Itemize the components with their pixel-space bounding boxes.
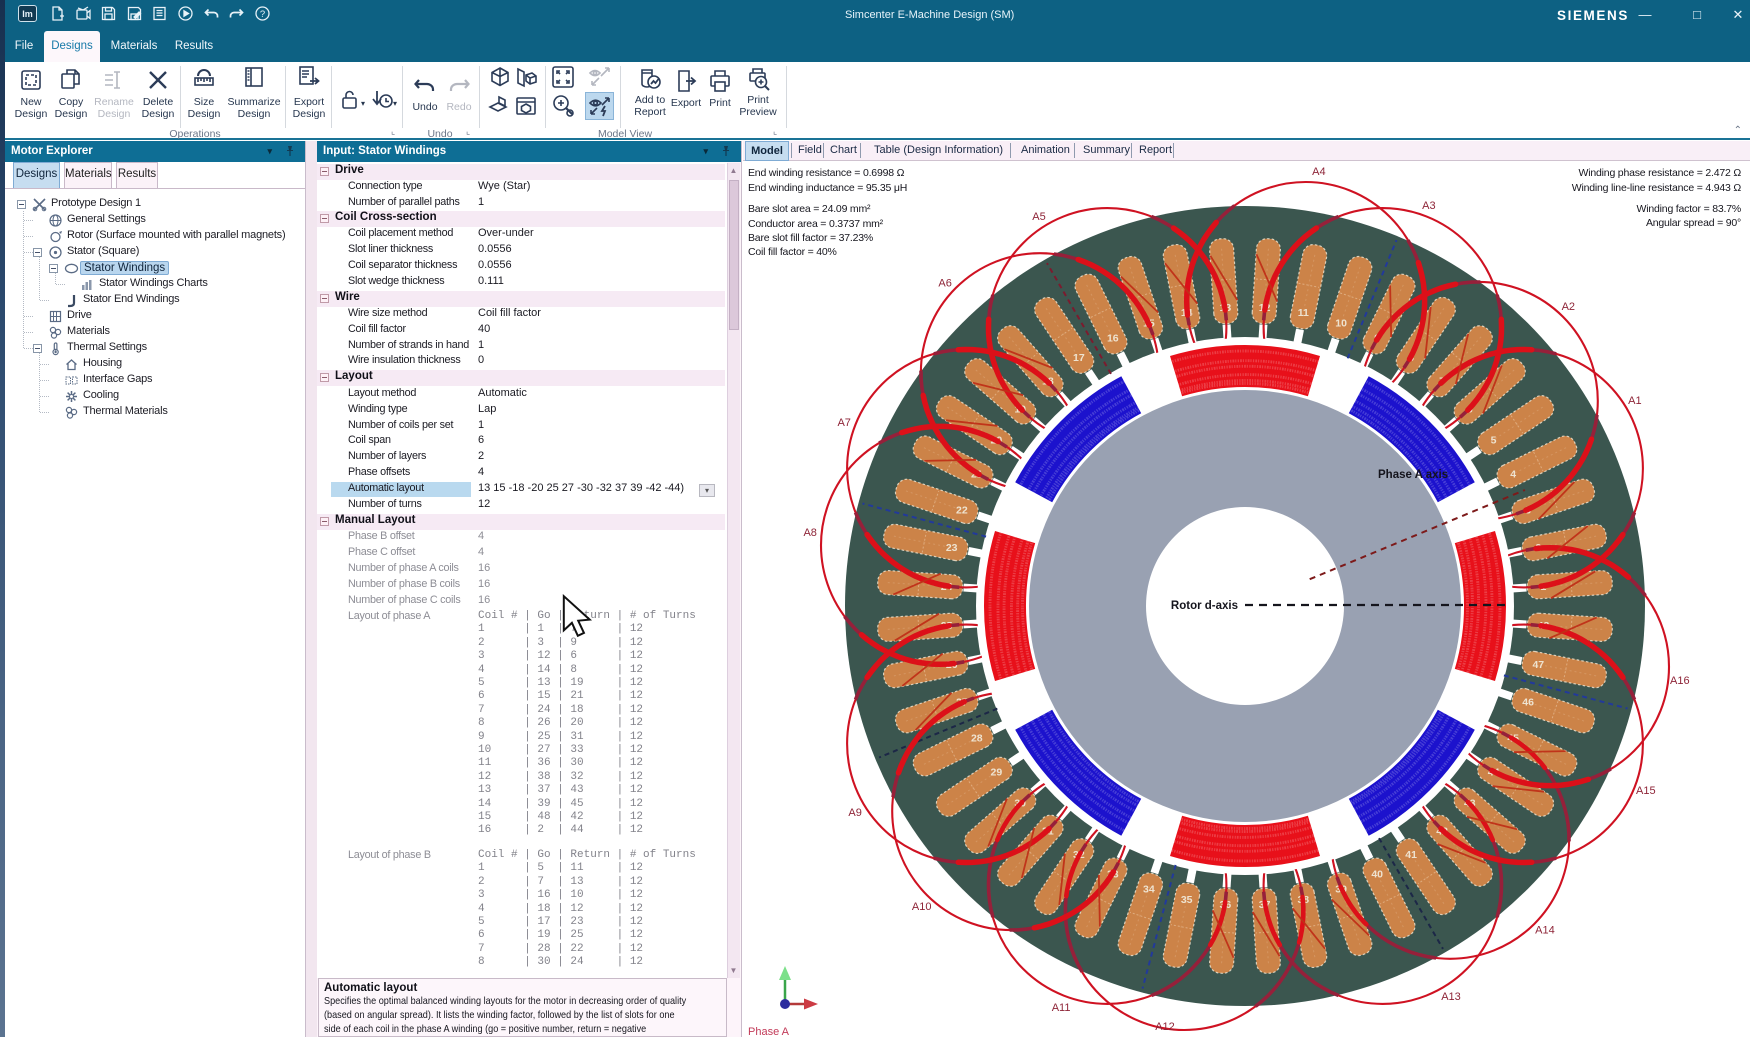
svg-text:A7: A7: [837, 417, 850, 429]
svg-text:40: 40: [1371, 869, 1383, 881]
svg-text:29: 29: [991, 767, 1003, 779]
svg-text:A2: A2: [1562, 301, 1575, 313]
svg-text:A14: A14: [1535, 924, 1555, 936]
svg-text:41: 41: [1405, 849, 1417, 861]
svg-text:16: 16: [1107, 332, 1119, 344]
svg-text:22: 22: [956, 504, 968, 516]
svg-text:Phase A: Phase A: [748, 1026, 790, 1037]
svg-text:23: 23: [946, 542, 958, 554]
svg-text:Rotor d-axis: Rotor d-axis: [1171, 600, 1238, 612]
svg-text:28: 28: [971, 733, 983, 745]
svg-text:A9: A9: [848, 807, 861, 819]
svg-text:A16: A16: [1670, 675, 1690, 687]
svg-text:A6: A6: [938, 278, 951, 290]
svg-text:Phase A axis: Phase A axis: [1378, 469, 1448, 481]
svg-text:A12: A12: [1155, 1021, 1175, 1033]
svg-text:A8: A8: [803, 527, 816, 539]
svg-text:A13: A13: [1441, 991, 1461, 1003]
svg-text:A3: A3: [1422, 200, 1435, 212]
svg-text:A15: A15: [1636, 785, 1656, 797]
svg-text:A11: A11: [1052, 1002, 1071, 1014]
svg-text:35: 35: [1181, 894, 1193, 906]
svg-text:4: 4: [1510, 468, 1516, 480]
svg-text:A5: A5: [1032, 211, 1045, 223]
svg-text:5: 5: [1491, 434, 1497, 446]
svg-text:11: 11: [1298, 307, 1309, 319]
svg-text:A10: A10: [912, 901, 932, 913]
svg-text:34: 34: [1143, 884, 1155, 896]
svg-text:46: 46: [1522, 697, 1534, 709]
svg-text:A1: A1: [1628, 395, 1641, 407]
svg-text:10: 10: [1335, 317, 1347, 329]
svg-text:47: 47: [1532, 659, 1544, 671]
svg-text:?: ?: [260, 9, 265, 20]
svg-text:A4: A4: [1312, 166, 1325, 178]
svg-text:17: 17: [1073, 352, 1085, 364]
